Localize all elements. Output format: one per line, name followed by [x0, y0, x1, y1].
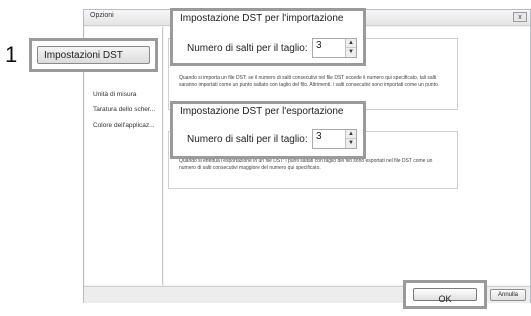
import-spinner-arrows: ▲ ▼ [345, 39, 356, 57]
sidebar-item-screen-calibration[interactable]: Taratura dello scher... [93, 106, 155, 113]
callout-frame-1: Impostazioni DST [29, 38, 158, 72]
sidebar-item-units[interactable]: Unità di misura [93, 91, 136, 98]
export-description: Quando si effettua l'esportazione in un … [179, 158, 433, 171]
sidebar-item-dst-settings-label: Impostazioni DST [44, 50, 123, 61]
cancel-button[interactable]: Annulla [490, 289, 526, 301]
export-field-label: Numero di salti per il taglio: [187, 134, 308, 145]
import-field-label: Numero di salti per il taglio: [187, 43, 308, 54]
export-section-title: Impostazione DST per l'esportazione [180, 106, 344, 117]
spin-down-icon[interactable]: ▼ [346, 139, 356, 148]
import-jumps-spinner[interactable]: 3 ▲ ▼ [312, 38, 357, 58]
callout-frame-3: Impostazione DST per l'esportazione Nume… [170, 101, 366, 159]
import-description: Quando si importa un file DST: se il num… [179, 75, 440, 88]
spin-up-icon[interactable]: ▲ [346, 39, 356, 48]
export-jumps-spinner[interactable]: 3 ▲ ▼ [312, 129, 357, 149]
ok-button-label: OK [438, 294, 452, 304]
dialog-title: Opzioni [90, 12, 114, 19]
sidebar-item-application-color[interactable]: Colore dell'applicaz... [93, 122, 155, 129]
spin-up-icon[interactable]: ▲ [346, 130, 356, 139]
import-jumps-value[interactable]: 3 [316, 40, 322, 51]
export-jumps-value[interactable]: 3 [316, 131, 322, 142]
callout-frame-ok: OK [403, 280, 487, 309]
close-button[interactable]: x [513, 12, 527, 22]
sidebar-item-dst-settings[interactable]: Impostazioni DST [37, 46, 150, 64]
callout-number-1: 1 [5, 42, 18, 67]
ok-button[interactable]: OK [413, 288, 477, 304]
spin-down-icon[interactable]: ▼ [346, 48, 356, 57]
callout-frame-2: Impostazione DST per l'importazione Nume… [170, 8, 366, 66]
import-section-title: Impostazione DST per l'importazione [180, 13, 344, 24]
export-spinner-arrows: ▲ ▼ [345, 130, 356, 148]
